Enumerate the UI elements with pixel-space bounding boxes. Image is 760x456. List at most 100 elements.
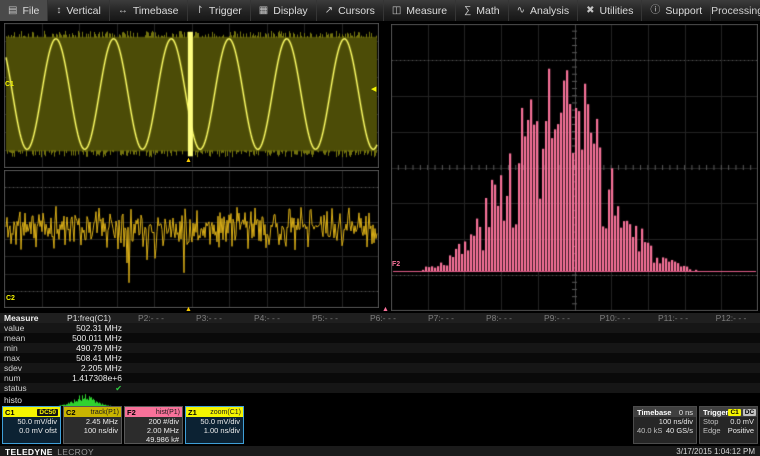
histo-thumbnail[interactable] — [52, 393, 116, 406]
table-row-status: status ✔ — [0, 383, 760, 393]
timebase-title: Timebase — [637, 408, 671, 417]
p9-header-cell[interactable]: P9:- - - — [528, 313, 586, 323]
row-label: max — [0, 353, 56, 363]
vertical-icon: ↕ — [56, 6, 61, 16]
c2-descriptor-box[interactable]: C2 track(P1) 2.45 MHz 100 ns/div — [63, 406, 122, 444]
zoom-position-marker[interactable]: ▲ — [185, 157, 192, 164]
menu-item-file[interactable]: ▤ File — [0, 0, 48, 21]
menu-item-timebase[interactable]: ↔ Timebase — [110, 0, 188, 21]
menu-item-measure[interactable]: ◫ Measure — [384, 0, 456, 21]
utilities-icon: ✖ — [586, 6, 594, 16]
menu-item-utilities[interactable]: ✖ Utilities — [578, 0, 642, 21]
measure-icon: ◫ — [392, 6, 401, 16]
brand-light: LECROY — [57, 447, 94, 456]
timebase-icon: ↔ — [118, 6, 128, 16]
menu-item-trigger[interactable]: ↾ Trigger — [188, 0, 251, 21]
measure-header-cell: Measure — [0, 313, 56, 323]
menu-item-support[interactable]: ⓘ Support — [642, 0, 711, 21]
trigger-level-marker[interactable]: ◀ — [371, 86, 376, 93]
analysis-icon: ∿ — [517, 6, 525, 16]
support-icon: ⓘ — [650, 6, 660, 16]
trigger-mode: Stop — [703, 417, 718, 426]
trigger-title: Trigger — [703, 408, 728, 417]
menu-item-label: Math — [476, 5, 499, 17]
timebase-samples: 40.0 kS — [637, 426, 662, 435]
c1-id: C1 — [5, 408, 15, 417]
c2-title: track(P1) — [91, 409, 119, 416]
menu-right-controls: Processing: ▶ Default Undo ↶ — [711, 0, 760, 21]
menu-item-analysis[interactable]: ∿ Analysis — [509, 0, 579, 21]
table-row-num: num 1.417308e+6 — [0, 373, 760, 383]
c1-zero-level-label[interactable]: C1 — [5, 81, 14, 88]
c1-descriptor-box[interactable]: C1 DC50 50.0 mV/div 0.0 mV ofst — [2, 406, 61, 444]
status-ok-icon: ✔ — [115, 384, 122, 393]
menu-item-label: Display — [273, 5, 307, 17]
f2-title: hist(P1) — [156, 409, 180, 416]
oscilloscope-app: ▤ File ↕ Vertical ↔ Timebase ↾ Trigger ▦… — [0, 0, 760, 456]
row-label: value — [0, 323, 56, 333]
trigger-box[interactable]: Trigger C1 DC Stop 0.0 mV Edge Positive — [699, 406, 758, 444]
histo-strip: histo — [0, 393, 760, 406]
table-row-mean: mean 500.011 MHz — [0, 333, 760, 343]
c1-coupling-badge: DC50 — [37, 409, 58, 416]
f2-descriptor-box[interactable]: F2 hist(P1) 200 #/div 2.00 MHz 49.986 k# — [124, 406, 183, 444]
trigger-slope: Positive — [728, 426, 754, 435]
c2-id: C2 — [66, 408, 76, 417]
p1-value: 500.011 MHz — [56, 333, 122, 343]
menu-item-vertical[interactable]: ↕ Vertical — [48, 0, 109, 21]
p1-value: 508.41 MHz — [56, 353, 122, 363]
timebase-box[interactable]: Timebase 0 ns 100 ns/div 40.0 kS 40 GS/s — [633, 406, 697, 444]
trigger-coupling-badge: DC — [743, 409, 756, 416]
p1-value: 2.205 MHz — [56, 363, 122, 373]
measure-table-header: Measure P1:freq(C1) P2:- - - P3:- - - P4… — [0, 313, 760, 323]
c1-waveform-panel[interactable] — [4, 23, 379, 168]
menu-item-math[interactable]: ∑ Math — [456, 0, 508, 21]
datetime-label: 3/17/2015 1:04:12 PM — [676, 447, 755, 456]
p1-value: 490.79 MHz — [56, 343, 122, 353]
z1-title: zoom(C1) — [210, 409, 241, 416]
row-label: num — [0, 373, 56, 383]
menu-item-label: Vertical — [66, 5, 100, 17]
p12-header-cell[interactable]: P12:- - - — [702, 313, 760, 323]
menu-item-label: Support — [665, 5, 702, 17]
z1-descriptor-box[interactable]: Z1 zoom(C1) 50.0 mV/div 1.00 ns/div — [185, 406, 244, 444]
menu-item-label: Measure — [406, 5, 447, 17]
z1-id: Z1 — [188, 408, 197, 417]
table-row-max: max 508.41 MHz — [0, 353, 760, 363]
menu-item-cursors[interactable]: ↗ Cursors — [317, 0, 384, 21]
p8-header-cell[interactable]: P8:- - - — [470, 313, 528, 323]
c2-track-panel[interactable] — [4, 170, 379, 308]
table-row-min: min 490.79 MHz — [0, 343, 760, 353]
f2-histogram-panel[interactable] — [391, 24, 758, 311]
menu-item-display[interactable]: ▦ Display — [251, 0, 317, 21]
table-row-value: value 502.31 MHz — [0, 323, 760, 333]
p2-header-cell[interactable]: P2:- - - — [122, 313, 180, 323]
status-bar: TELEDYNE LECROY 3/17/2015 1:04:12 PM — [0, 445, 760, 456]
c2-zero-level-label[interactable]: C2 — [6, 295, 15, 302]
trigger-position-marker[interactable]: ▲ — [185, 306, 192, 313]
p1-header-cell[interactable]: P1:freq(C1) — [56, 313, 122, 323]
trigger-level: 0.0 mV — [730, 417, 754, 426]
p10-header-cell[interactable]: P10:- - - — [586, 313, 644, 323]
row-label: min — [0, 343, 56, 353]
math-icon: ∑ — [464, 6, 471, 16]
menu-bar: ▤ File ↕ Vertical ↔ Timebase ↾ Trigger ▦… — [0, 0, 760, 22]
timebase-per-div: 100 ns/div — [659, 417, 693, 426]
p1-value: 1.417308e+6 — [56, 373, 122, 383]
f2-id: F2 — [127, 408, 136, 417]
p11-header-cell[interactable]: P11:- - - — [644, 313, 702, 323]
menu-item-label: File — [22, 5, 39, 17]
p5-header-cell[interactable]: P5:- - - — [296, 313, 354, 323]
row-label: mean — [0, 333, 56, 343]
brand-logo: TELEDYNE LECROY — [5, 442, 94, 456]
f2-position-marker[interactable]: ▲ — [382, 306, 389, 313]
f2-zero-level-label[interactable]: F2 — [392, 261, 400, 268]
f2-count: 49.986 k# — [125, 436, 179, 445]
p3-header-cell[interactable]: P3:- - - — [180, 313, 238, 323]
p4-header-cell[interactable]: P4:- - - — [238, 313, 296, 323]
p6-header-cell[interactable]: P6:- - - — [354, 313, 412, 323]
trigger-icon: ↾ — [196, 6, 204, 16]
p7-header-cell[interactable]: P7:- - - — [412, 313, 470, 323]
menu-item-label: Timebase — [133, 5, 179, 17]
timebase-position: 0 ns — [679, 408, 693, 417]
